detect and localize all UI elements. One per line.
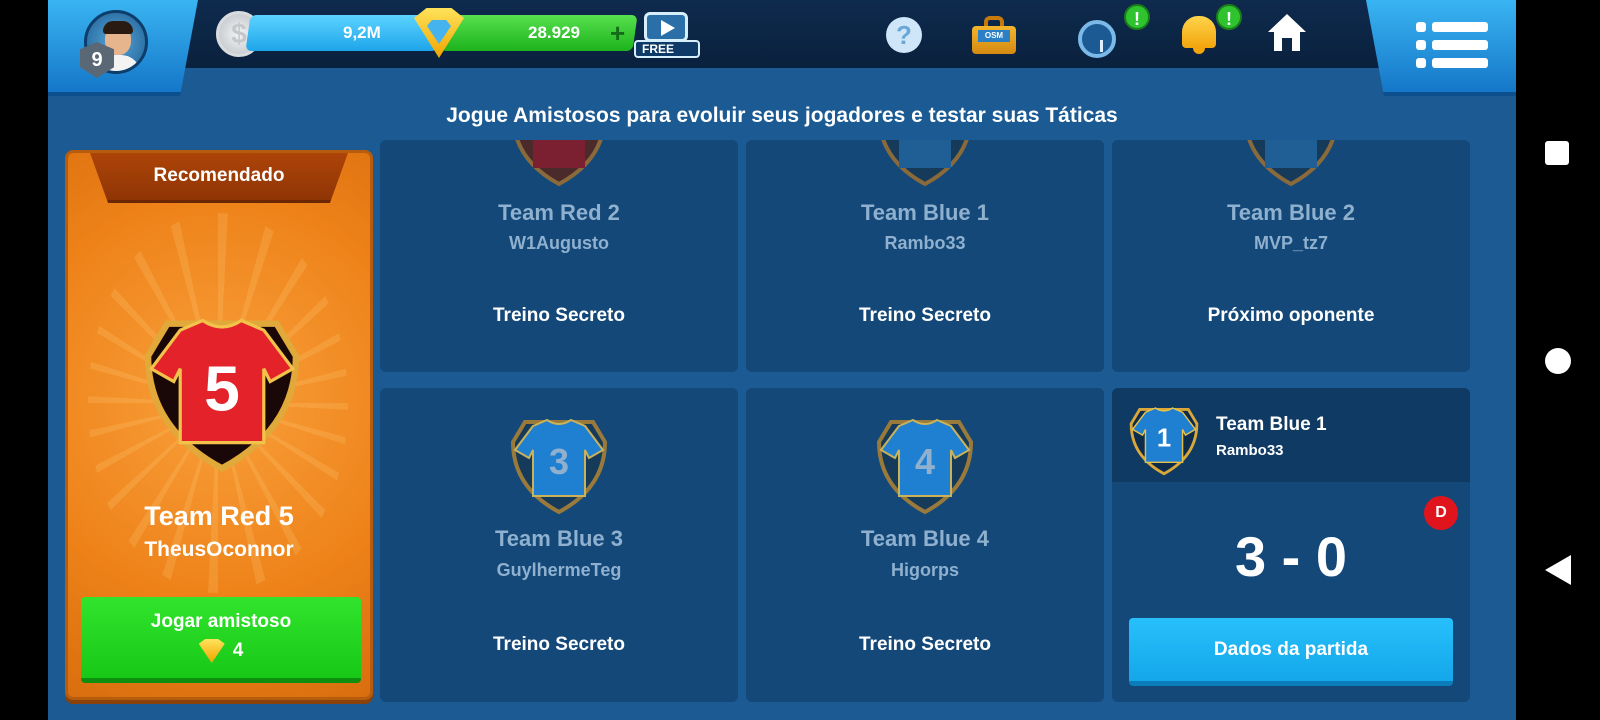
match-data-button[interactable]: Dados da partida — [1129, 618, 1453, 686]
free-video-button[interactable]: FREE — [634, 12, 700, 58]
red-shirt-badge-icon — [515, 140, 603, 187]
last-match-manager: Rambo33 — [1216, 442, 1284, 459]
credits-display[interactable]: 28.929 + — [440, 15, 638, 51]
timer-alert-badge: ! — [1124, 4, 1150, 30]
manager-name: MVP_tz7 — [1253, 233, 1329, 253]
last-match-team: Team Blue 1 — [1216, 414, 1327, 435]
team-name: Team Blue 1 — [861, 200, 989, 225]
profile-button[interactable]: 9 — [48, 0, 198, 96]
featured-shirt-number: 5 — [204, 353, 240, 425]
manager-name: GuylhermeTeg — [496, 560, 622, 580]
manager-name: Higorps — [890, 560, 959, 580]
credits-value: 28.929 — [528, 23, 580, 42]
shirt-number: 4 — [915, 441, 935, 482]
recent-apps-icon[interactable] — [1545, 141, 1569, 165]
add-credits-icon[interactable]: + — [610, 15, 625, 51]
timer-icon[interactable] — [1076, 14, 1120, 58]
blue-shirt-badge-icon — [881, 140, 969, 187]
status-label: Treino Secreto — [859, 634, 991, 655]
opponent-card[interactable]: Team Blue 1 Rambo33 Treino Secreto — [746, 140, 1104, 372]
home-icon[interactable] — [1268, 14, 1306, 52]
blue-shirt-badge-icon: 1 — [1129, 407, 1199, 476]
back-icon[interactable] — [1545, 555, 1571, 585]
status-label: Treino Secreto — [493, 634, 625, 655]
blue-shirt-badge-icon — [1247, 140, 1335, 187]
top-bar: $ 9,2M 28.929 + FREE ? OSM ! ! — [48, 0, 1516, 68]
featured-opponent-card[interactable]: Recomendado 5 Team Red 5 TheusOconnor Jo… — [65, 150, 373, 700]
money-value: 9,2M — [343, 23, 381, 42]
credit-icon — [198, 639, 225, 663]
blue-shirt-badge-icon: 4 — [876, 418, 974, 515]
play-friendly-label: Jogar amistoso — [150, 611, 292, 632]
home-nav-icon[interactable] — [1545, 348, 1571, 374]
last-match-header: 1 Team Blue 1 Rambo33 — [1112, 388, 1470, 482]
featured-team-name: Team Red 5 — [144, 501, 294, 531]
play-friendly-button[interactable]: Jogar amistoso 4 — [81, 597, 361, 683]
help-icon[interactable]: ? — [886, 17, 922, 53]
shop-tag: OSM — [978, 30, 1010, 42]
play-cost-value: 4 — [232, 640, 244, 662]
status-label: Treino Secreto — [859, 305, 991, 326]
team-name: Team Blue 3 — [495, 526, 623, 551]
opponent-card[interactable]: Team Blue 2 MVP_tz7 Próximo oponente — [1112, 140, 1470, 372]
opponent-card[interactable]: Team Red 2 W1Augusto Treino Secreto — [380, 140, 738, 372]
last-match-card: 1 Team Blue 1 Rambo33 D 3 - 0 Dados da p… — [1112, 388, 1470, 702]
game-screen: $ 9,2M 28.929 + FREE ? OSM ! ! 9 Jogue A… — [48, 0, 1516, 720]
match-score: 3 - 0 — [1234, 525, 1348, 588]
bell-alert-badge: ! — [1216, 4, 1242, 30]
team-name: Team Blue 2 — [1227, 200, 1355, 225]
menu-button[interactable] — [1366, 0, 1516, 96]
manager-name: Rambo33 — [884, 233, 966, 253]
shirt-number: 3 — [549, 441, 569, 482]
video-icon — [644, 12, 688, 42]
shirt-number: 1 — [1157, 425, 1171, 453]
manager-name: W1Augusto — [509, 233, 609, 253]
opponent-card[interactable]: 3 Team Blue 3 GuylhermeTeg Treino Secret… — [380, 388, 738, 702]
featured-manager-name: TheusOconnor — [144, 538, 294, 561]
bell-icon[interactable] — [1178, 16, 1218, 56]
team-name: Team Blue 4 — [861, 526, 989, 551]
team-name: Team Red 2 — [498, 200, 620, 225]
red-shirt-badge-icon: 5 — [144, 318, 300, 473]
blue-shirt-badge-icon: 3 — [510, 418, 608, 515]
status-label: Treino Secreto — [493, 305, 625, 326]
status-label: Próximo oponente — [1207, 305, 1375, 326]
money-display[interactable]: 9,2M — [245, 15, 443, 51]
page-headline: Jogue Amistosos para evoluir seus jogado… — [446, 104, 1118, 127]
shop-icon[interactable]: OSM — [972, 16, 1016, 54]
free-label: FREE — [634, 40, 700, 58]
recommended-label: Recomendado — [153, 165, 285, 186]
opponent-card[interactable]: 4 Team Blue 4 Higorps Treino Secreto — [746, 388, 1104, 702]
